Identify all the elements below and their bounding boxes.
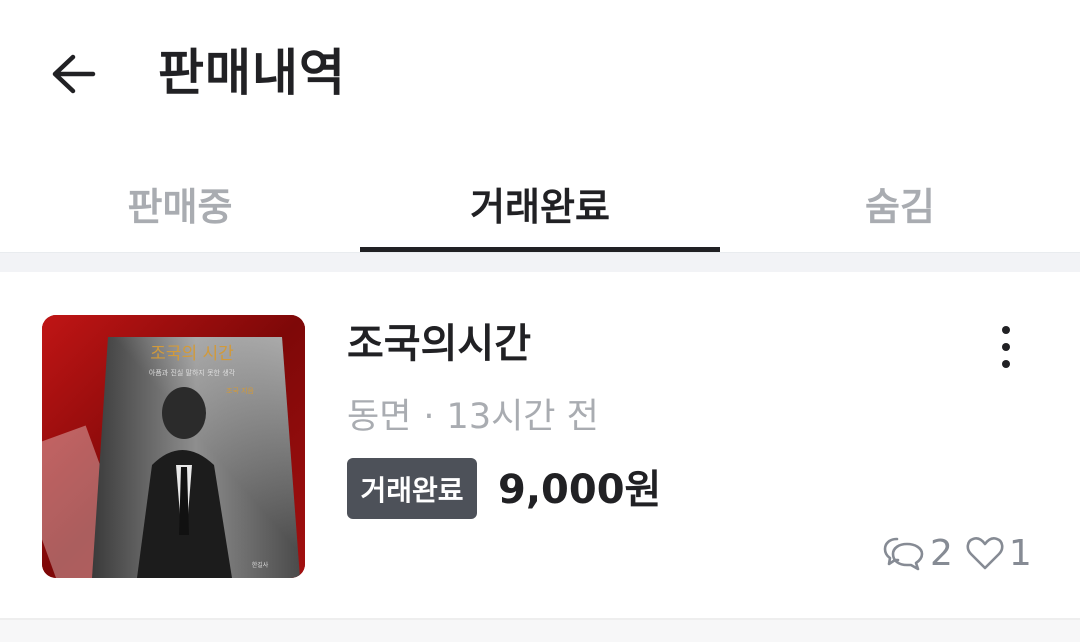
more-dot [1002,326,1010,334]
tab-bar: 판매중 거래완료 숨김 [0,158,1080,252]
list-bottom-divider [0,618,1080,642]
item-thumbnail: 조국의 시간 아픔과 진실 말하지 못한 생각 조국 지음 한길사 [42,315,305,578]
item-location: 동면 [347,397,412,437]
arrow-left-icon [52,54,96,94]
item-price: 9,000원 [498,467,662,513]
book-cover-image: 조국의 시간 아픔과 진실 말하지 못한 생각 조국 지음 한길사 [42,315,305,578]
list-item[interactable]: 조국의 시간 아픔과 진실 말하지 못한 생각 조국 지음 한길사 조국의시간 … [0,272,1080,618]
back-button[interactable] [44,46,104,102]
more-options-button[interactable] [986,322,1026,372]
cover-title-text: 조국의 시간 [150,344,234,364]
like-count: 1 [1008,532,1032,574]
cover-author-text: 조국 지음 [226,386,255,395]
more-dot [1002,360,1010,368]
page-title: 판매내역 [158,44,346,102]
tab-hidden[interactable]: 숨김 [720,158,1080,252]
chat-icon [883,537,924,571]
cover-subtitle-text: 아픔과 진실 말하지 못한 생각 [149,368,236,377]
tab-selling[interactable]: 판매중 [0,158,360,252]
item-meta: 동면 · 13시간 전 [347,392,599,442]
item-title: 조국의시간 [347,321,531,367]
item-counts: 2 1 [882,528,1032,578]
status-badge: 거래완료 [347,458,477,519]
more-dot [1002,343,1010,351]
chat-count: 2 [930,532,953,574]
heart-icon [966,537,1004,570]
app-header: 판매내역 [0,0,1080,150]
tab-completed[interactable]: 거래완료 [360,158,720,252]
section-divider [0,252,1080,272]
meta-separator: · [423,397,435,437]
cover-publisher-text: 한길사 [252,561,269,569]
item-time: 13시간 전 [446,397,599,437]
